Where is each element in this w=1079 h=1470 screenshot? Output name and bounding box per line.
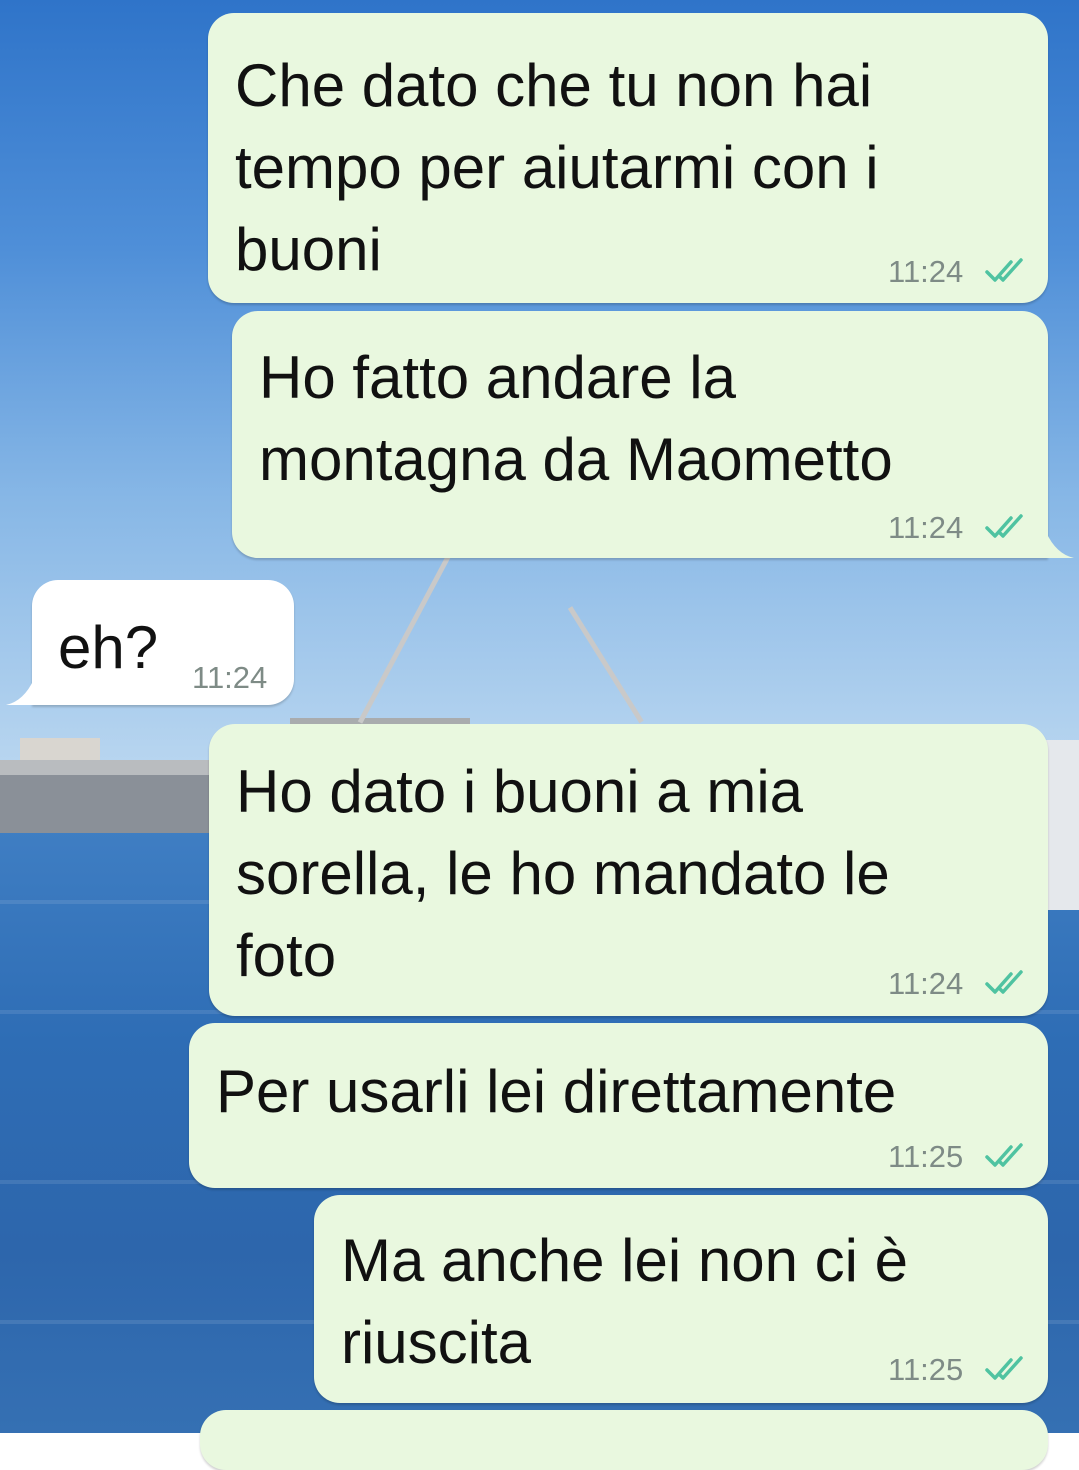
message-time: 11:24 <box>888 254 964 289</box>
message-time: 11:24 <box>888 510 964 545</box>
wallpaper-ship <box>0 775 215 833</box>
double-check-icon <box>985 970 1023 994</box>
message-time: 11:24 <box>888 966 964 1001</box>
message-text: Ho fatto andare la montagna da Maometto <box>259 344 893 493</box>
double-check-icon <box>985 514 1023 538</box>
double-check-icon <box>985 258 1023 282</box>
bubble-tail <box>1046 532 1074 558</box>
message-bubble-outgoing[interactable]: Che dato che tu non hai tempo per aiutar… <box>208 13 1048 303</box>
message-bubble-outgoing[interactable]: Ma anche lei non ci è riuscita 11:25 <box>314 1195 1048 1403</box>
message-bubble-outgoing[interactable]: Ho dato i buoni a mia sorella, le ho man… <box>209 724 1048 1016</box>
double-check-icon <box>985 1143 1023 1167</box>
double-check-icon <box>985 1356 1023 1380</box>
message-bubble-incoming[interactable]: eh? 11:24 <box>32 580 294 705</box>
bubble-tail <box>6 679 34 705</box>
message-text: Che dato che tu non hai tempo per aiutar… <box>235 52 879 283</box>
message-text: Per usarli lei direttamente <box>216 1058 897 1125</box>
message-bubble-outgoing-partial[interactable] <box>200 1410 1048 1470</box>
message-time: 11:25 <box>888 1139 964 1174</box>
message-text: Ho dato i buoni a mia sorella, le ho man… <box>236 758 890 989</box>
message-bubble-outgoing[interactable]: Ho fatto andare la montagna da Maometto … <box>232 311 1048 558</box>
message-time: 11:24 <box>192 660 268 695</box>
message-text: Ma anche lei non ci è riuscita <box>341 1227 909 1376</box>
message-time: 11:25 <box>888 1352 964 1387</box>
message-text: eh? <box>58 614 159 681</box>
message-bubble-outgoing[interactable]: Per usarli lei direttamente 11:25 <box>189 1023 1048 1188</box>
